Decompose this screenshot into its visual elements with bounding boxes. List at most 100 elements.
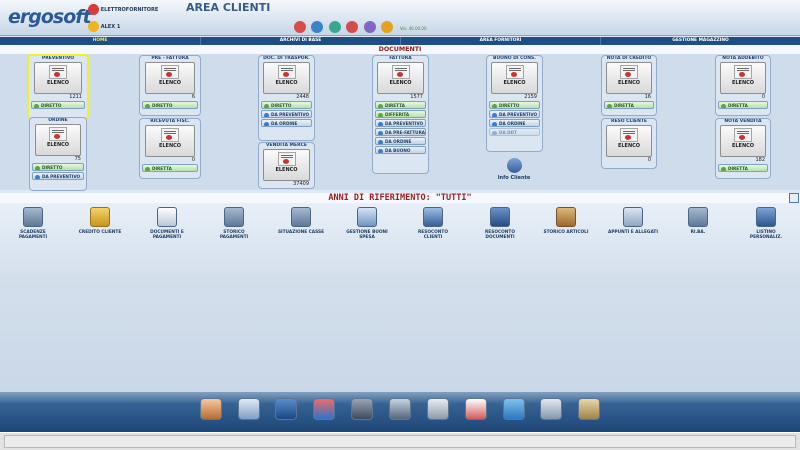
- report-listino-personalizzato[interactable]: LISTINO PERSONALIZ.: [741, 207, 791, 241]
- ddt-da-preventivo-button[interactable]: DA PREVENTIVO: [261, 110, 312, 118]
- panel-reso-cliente: RESO CLIENTE ELENCO 0: [601, 118, 657, 169]
- ddt-diretto-button[interactable]: DIRETTO: [261, 101, 312, 109]
- tab-area-fornitori[interactable]: AREA FORNITORI: [400, 37, 600, 45]
- tag-dock-icon[interactable]: [503, 398, 525, 420]
- agent-dock-icon[interactable]: [351, 398, 373, 420]
- report-riba[interactable]: RI.BA.: [673, 207, 723, 235]
- ddt-da-ordine-button[interactable]: DA ORDINE: [261, 119, 312, 127]
- home-icon: [88, 4, 99, 15]
- cards-dock-icon[interactable]: [238, 398, 260, 420]
- printer-dock-icon[interactable]: [427, 398, 449, 420]
- report-storico-articoli[interactable]: STORICO ARTICOLI: [541, 207, 591, 235]
- fattura-differita-button[interactable]: DIFFERITA: [375, 110, 426, 118]
- buono-elenco-button[interactable]: ELENCO: [491, 62, 538, 94]
- nota-addebito-elenco-button[interactable]: ELENCO: [720, 62, 766, 94]
- info-cliente-button[interactable]: Info Cliente: [497, 158, 531, 181]
- fattura-da-preventivo-button[interactable]: DA PREVENTIVO: [375, 119, 426, 127]
- green-dot-icon: [721, 103, 726, 108]
- payments-icon: [23, 207, 43, 227]
- report-appunti-allegati[interactable]: APPUNTI E ALLEGATI: [608, 207, 658, 235]
- info-icon[interactable]: [381, 21, 393, 33]
- fattura-diretta-button[interactable]: DIRETTA: [375, 101, 426, 109]
- nota-addebito-diretta-button[interactable]: DIRETTA: [718, 101, 768, 109]
- anni-riferimento[interactable]: ANNI DI RIFERIMENTO: "TUTTI": [0, 193, 800, 203]
- prefattura-elenco-button[interactable]: ELENCO: [145, 62, 195, 94]
- ddt-elenco-button[interactable]: ELENCO: [263, 62, 310, 94]
- nota-vendita-elenco-button[interactable]: ELENCO: [720, 125, 766, 157]
- fattura-elenco-button[interactable]: ELENCO: [377, 62, 424, 94]
- button-label: DIRETTO: [42, 165, 63, 170]
- database-dock-icon[interactable]: [389, 398, 411, 420]
- panel-nota-credito: NOTA DI CREDITO ELENCO 16 DIRETTA: [601, 55, 657, 116]
- nota-vendita-diretta-button[interactable]: DIRETTA: [718, 164, 768, 172]
- tab-home[interactable]: HOME: [0, 37, 200, 45]
- preventivo-diretto-button[interactable]: DIRETTO: [31, 101, 85, 109]
- edit-years-icon[interactable]: [789, 193, 799, 203]
- buono-da-ddt-button[interactable]: DA DDT: [489, 128, 540, 136]
- report-scadenze-pagamenti[interactable]: SCADENZE PAGAMENTI: [8, 207, 58, 241]
- buono-da-ordine-button[interactable]: DA ORDINE: [489, 119, 540, 127]
- buono-da-preventivo-button[interactable]: DA PREVENTIVO: [489, 110, 540, 118]
- panel-title: NOTA ADDEBITO: [722, 56, 764, 61]
- company-row[interactable]: ELETTROFORNITORE: [88, 4, 158, 15]
- ordine-da-preventivo-button[interactable]: DA PREVENTIVO: [32, 172, 84, 180]
- tab-gestione-magazzino[interactable]: GESTIONE MAGAZZINO: [600, 37, 800, 45]
- close-icon[interactable]: [346, 21, 358, 33]
- button-label: DIFFERITA: [385, 112, 410, 117]
- button-label: DA PREVENTIVO: [42, 174, 81, 179]
- vendita-elenco-button[interactable]: ELENCO: [263, 149, 310, 181]
- panel-ricevuta-fiscale: RICEVUTA FISC. ELENCO 0 DIRETTA: [139, 118, 201, 179]
- button-label: DA PRE-FATTURA: [385, 130, 426, 135]
- ricevuta-diretta-button[interactable]: DIRETTA: [142, 164, 198, 172]
- ordine-elenco-button[interactable]: ELENCO: [35, 124, 81, 156]
- status-field: [4, 435, 796, 448]
- report-gestione-buoni-spesa[interactable]: GESTIONE BUONI SPESA: [342, 207, 392, 241]
- settings-icon[interactable]: [364, 21, 376, 33]
- preventivo-elenco-button[interactable]: ELENCO: [34, 62, 82, 94]
- tools-dock-icon[interactable]: [578, 398, 600, 420]
- download-icon[interactable]: [329, 21, 341, 33]
- clients-dock-icon[interactable]: [200, 398, 222, 420]
- nota-credito-elenco-button[interactable]: ELENCO: [606, 62, 652, 94]
- price-list-icon: [756, 207, 776, 227]
- button-label: DIRETTA: [614, 103, 634, 108]
- blue-dot-icon: [492, 130, 497, 135]
- document-icon: [161, 128, 179, 142]
- report-documenti-pagamenti[interactable]: DOCUMENTI E PAGAMENTI: [142, 207, 192, 241]
- nota-credito-diretta-button[interactable]: DIRETTA: [604, 101, 654, 109]
- calculator-icon[interactable]: [294, 21, 306, 33]
- binder-dock-icon[interactable]: [275, 398, 297, 420]
- search-dock-icon[interactable]: [540, 398, 562, 420]
- report-storico-pagamenti[interactable]: STORICO PAGAMENTI: [209, 207, 259, 241]
- help-icon[interactable]: [311, 21, 323, 33]
- ricevuta-elenco-button[interactable]: ELENCO: [145, 125, 195, 157]
- ordine-diretto-button[interactable]: DIRETTO: [32, 163, 84, 171]
- report-situazione-casse[interactable]: SITUAZIONE CASSE: [276, 207, 326, 235]
- green-dot-icon: [378, 112, 383, 117]
- report-label: STORICO PAGAMENTI: [219, 230, 249, 241]
- buono-diretto-button[interactable]: DIRETTO: [489, 101, 540, 109]
- reso-count: 0: [647, 157, 651, 163]
- report-resoconto-documenti[interactable]: RESOCONTO DOCUMENTI: [475, 207, 525, 241]
- report-label: LISTINO PERSONALIZ.: [749, 230, 783, 241]
- report-label: RI.BA.: [690, 230, 706, 235]
- fattura-da-ordine-button[interactable]: DA ORDINE: [375, 137, 426, 145]
- report-resoconto-clienti[interactable]: RESOCONTO CLIENTI: [408, 207, 458, 241]
- calendar-dock-icon[interactable]: [465, 398, 487, 420]
- document-icon: [49, 65, 67, 79]
- binder-icon: [490, 207, 510, 227]
- report-credito-cliente[interactable]: CREDITO CLIENTE: [75, 207, 125, 235]
- report-label: APPUNTI E ALLEGATI: [608, 230, 658, 235]
- fattura-da-buono-button[interactable]: DA BUONO: [375, 146, 426, 154]
- button-label: ELENCO: [731, 143, 755, 149]
- report-label: CREDITO CLIENTE: [78, 230, 122, 235]
- report-label: SITUAZIONE CASSE: [277, 230, 325, 235]
- apps-dock-icon[interactable]: [313, 398, 335, 420]
- user-row[interactable]: ALEX 1: [88, 21, 120, 32]
- blue-dot-icon: [378, 130, 383, 135]
- tab-archivi[interactable]: ARCHIVI DI BASE: [200, 37, 400, 45]
- document-icon: [734, 65, 752, 79]
- reso-elenco-button[interactable]: ELENCO: [606, 125, 652, 157]
- prefattura-diretto-button[interactable]: DIRETTO: [142, 101, 198, 109]
- fattura-da-prefattura-button[interactable]: DA PRE-FATTURA: [375, 128, 426, 136]
